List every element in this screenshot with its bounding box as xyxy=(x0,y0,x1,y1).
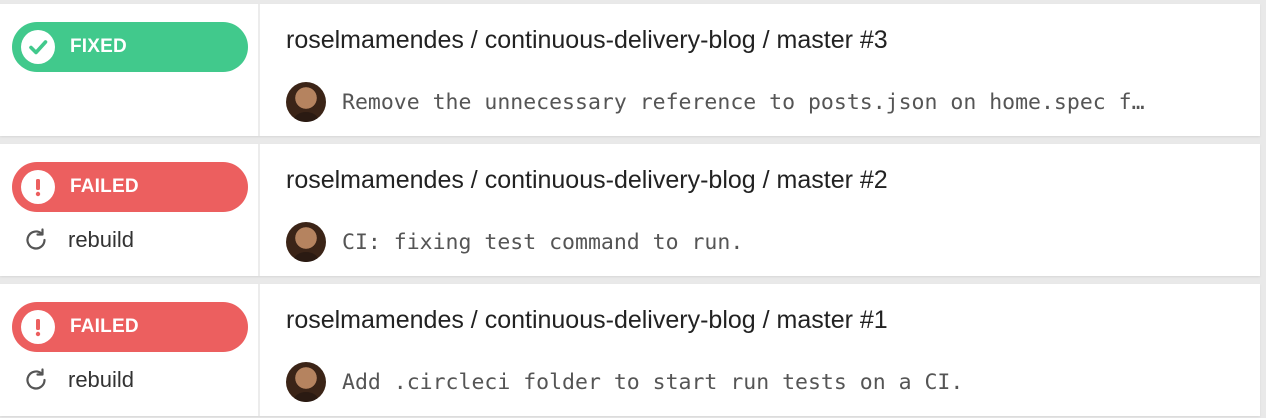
commit-info: Add .circleci folder to start run tests … xyxy=(286,362,1241,402)
commit-message: CI: fixing test command to run. xyxy=(342,229,744,255)
build-status-column: FIXED xyxy=(0,4,260,136)
build-info: roselmamendes / continuous-delivery-blog… xyxy=(260,4,1260,136)
build-row[interactable]: FIXED roselmamendes / continuous-deliver… xyxy=(0,4,1260,136)
commit-info: Remove the unnecessary reference to post… xyxy=(286,82,1241,122)
check-icon xyxy=(21,30,55,64)
commit-info: CI: fixing test command to run. xyxy=(286,222,1241,262)
commit-message: Add .circleci folder to start run tests … xyxy=(342,369,964,395)
build-list: FIXED roselmamendes / continuous-deliver… xyxy=(0,0,1266,418)
refresh-icon xyxy=(22,366,50,394)
build-info: roselmamendes / continuous-delivery-blog… xyxy=(260,144,1260,276)
build-status-column: FAILED rebuild xyxy=(0,284,260,416)
rebuild-button[interactable]: rebuild xyxy=(22,226,134,254)
build-status-column: FAILED rebuild xyxy=(0,144,260,276)
rebuild-button[interactable]: rebuild xyxy=(22,366,134,394)
exclamation-icon xyxy=(21,310,55,344)
refresh-icon xyxy=(22,226,50,254)
status-badge-fixed[interactable]: FIXED xyxy=(12,22,248,72)
status-badge-failed[interactable]: FAILED xyxy=(12,162,248,212)
avatar xyxy=(286,82,326,122)
avatar xyxy=(286,222,326,262)
status-label: FIXED xyxy=(70,36,127,57)
build-row[interactable]: FAILED rebuild roselmamendes / continuou… xyxy=(0,284,1260,416)
status-label: FAILED xyxy=(70,176,139,197)
rebuild-label: rebuild xyxy=(68,367,135,392)
avatar xyxy=(286,362,326,402)
build-title-link[interactable]: roselmamendes / continuous-delivery-blog… xyxy=(286,26,888,55)
build-title-link[interactable]: roselmamendes / continuous-delivery-blog… xyxy=(286,166,888,195)
exclamation-icon xyxy=(21,170,55,204)
status-label: FAILED xyxy=(70,316,139,337)
status-badge-failed[interactable]: FAILED xyxy=(12,302,248,352)
commit-message: Remove the unnecessary reference to post… xyxy=(342,89,1145,115)
build-title-link[interactable]: roselmamendes / continuous-delivery-blog… xyxy=(286,306,888,335)
build-row[interactable]: FAILED rebuild roselmamendes / continuou… xyxy=(0,144,1260,276)
rebuild-label: rebuild xyxy=(68,227,135,252)
build-info: roselmamendes / continuous-delivery-blog… xyxy=(260,284,1260,416)
